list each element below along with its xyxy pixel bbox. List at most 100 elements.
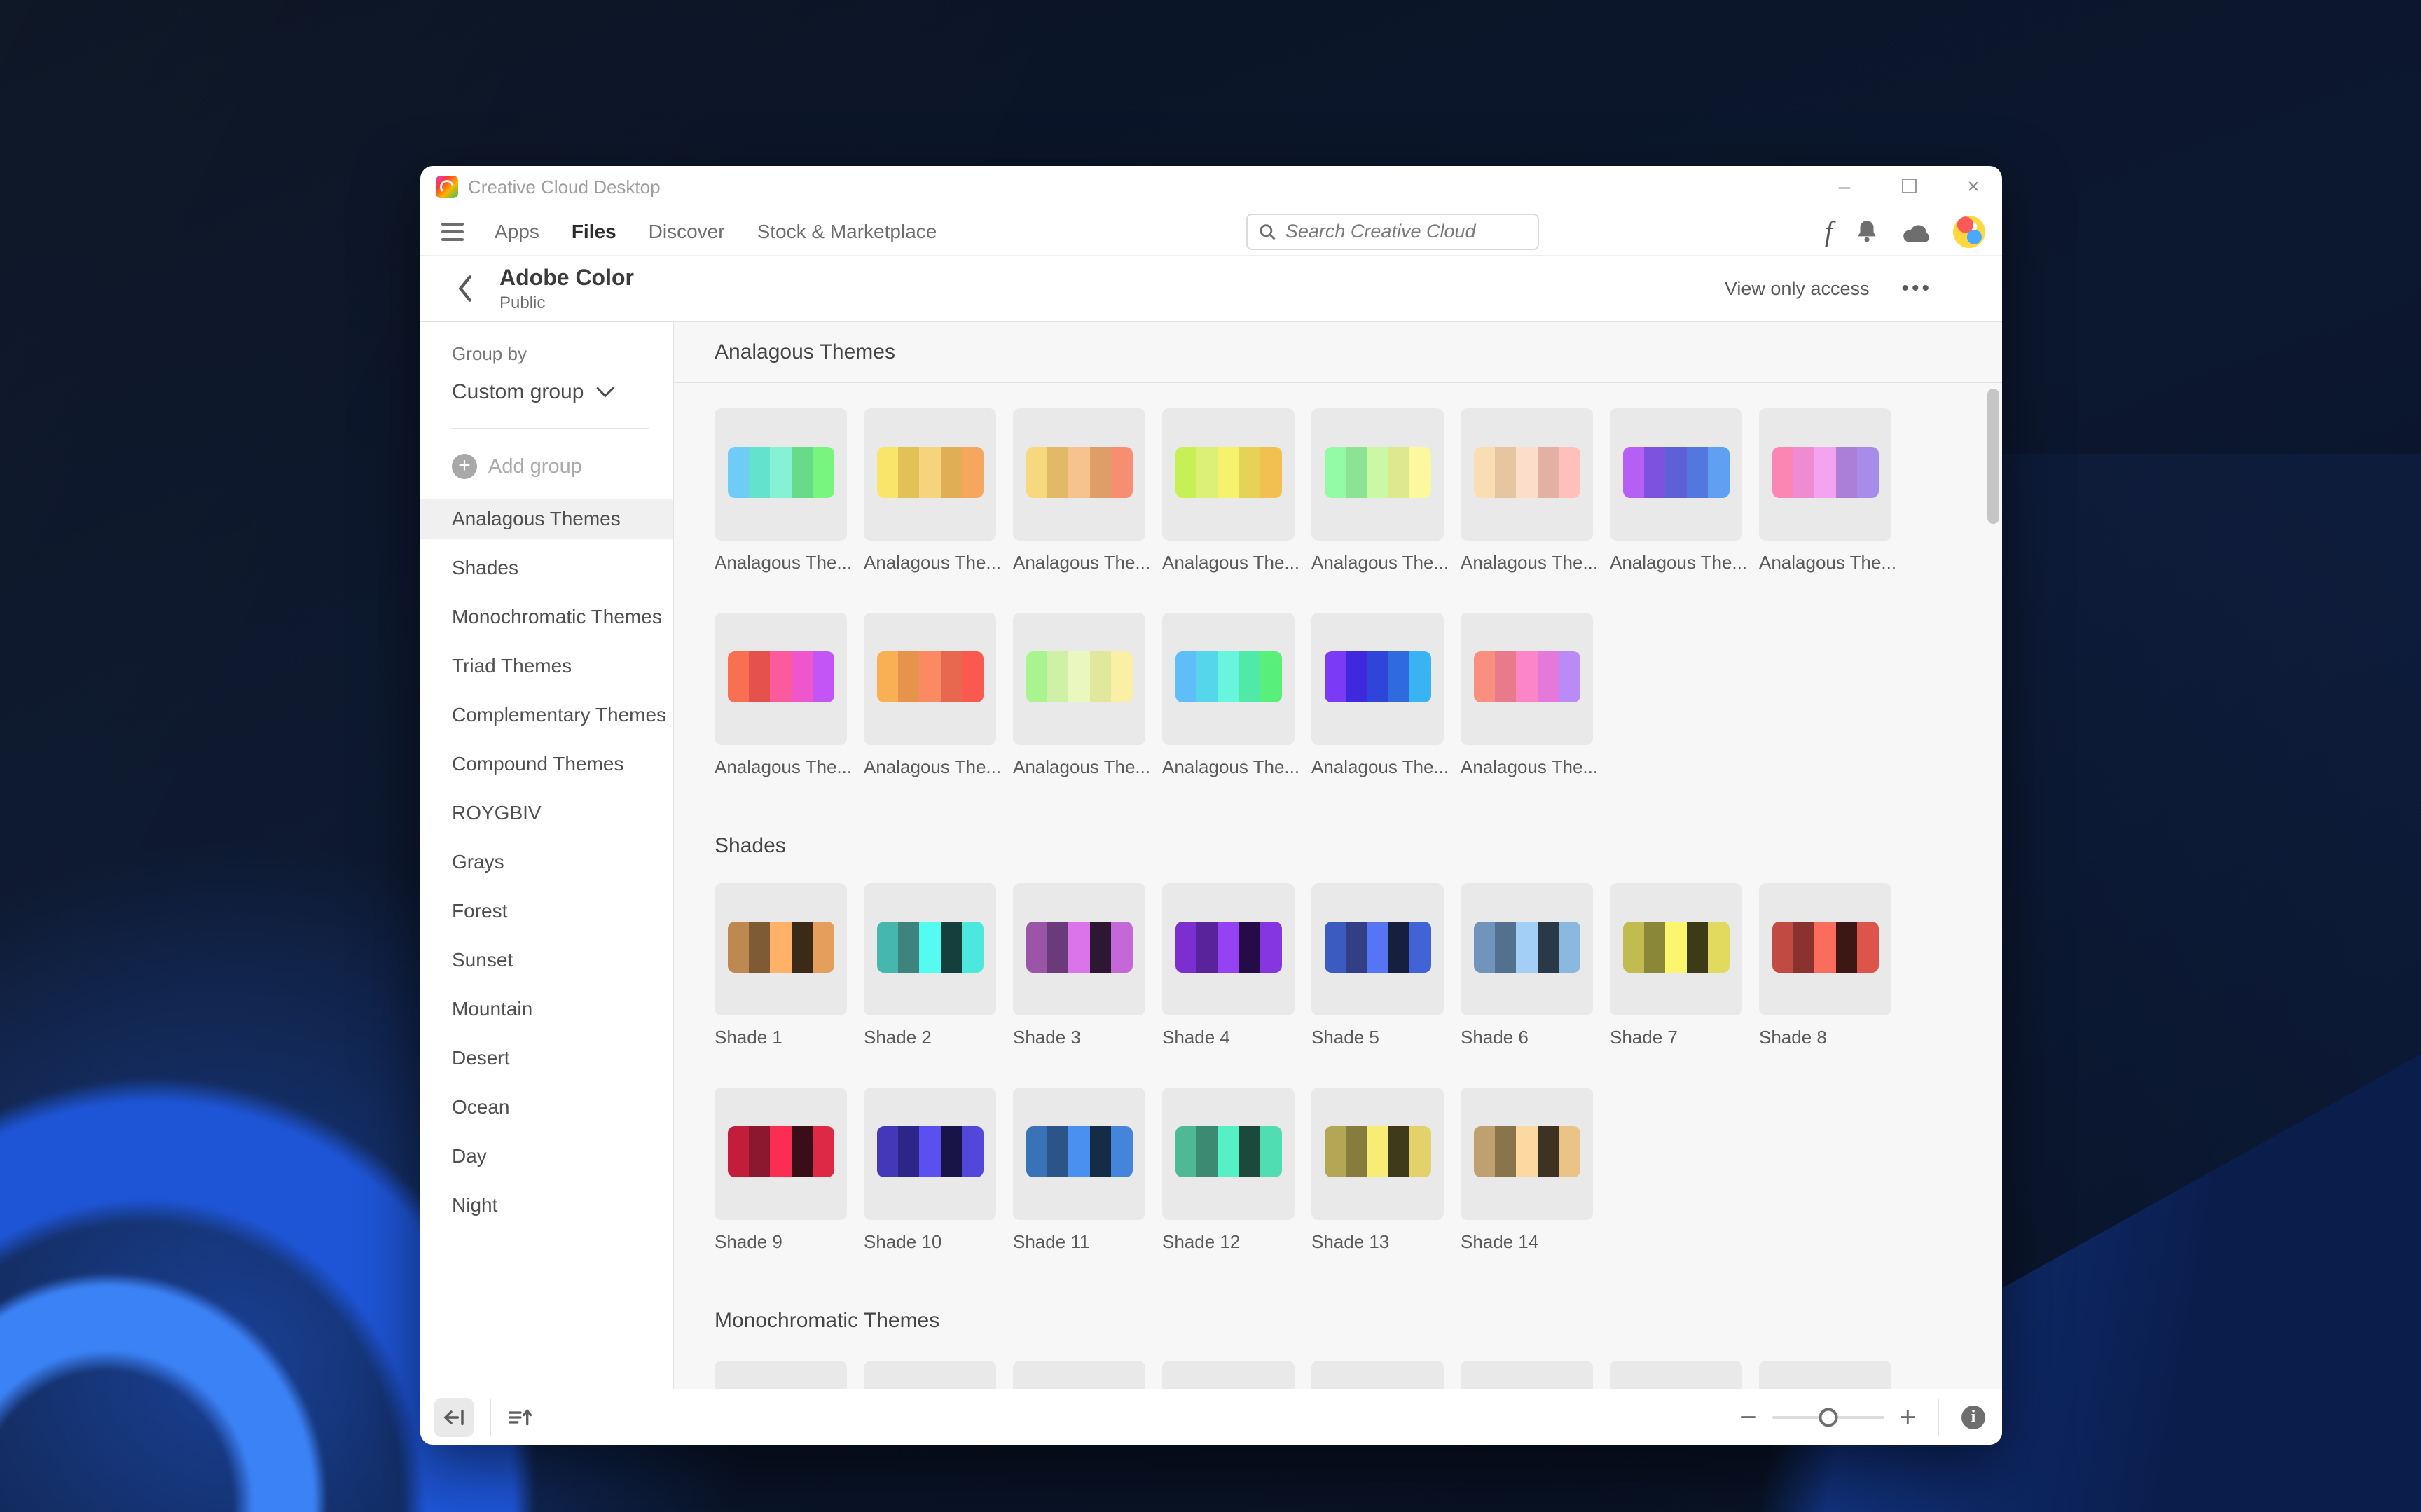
- theme-card[interactable]: Analagous The...: [1610, 408, 1742, 574]
- sidebar-item-analagous-themes[interactable]: Analagous Themes: [420, 499, 673, 539]
- theme-card-row: Analagous The...Analagous The...Analagou…: [715, 408, 2002, 574]
- color-stripe: [1687, 447, 1708, 498]
- theme-card[interactable]: Shade 10: [864, 1088, 996, 1253]
- card-label: Analagous The...: [1461, 552, 1593, 574]
- color-stripe: [728, 651, 749, 702]
- theme-card[interactable]: Analagous The...: [1461, 613, 1593, 778]
- theme-card[interactable]: Analagous The...: [715, 408, 847, 574]
- palette-tile: [1311, 883, 1444, 1015]
- minimize-icon[interactable]: –: [1834, 176, 1855, 197]
- nav-item-discover[interactable]: Discover: [649, 221, 725, 243]
- add-group-button[interactable]: + Add group: [452, 454, 673, 479]
- theme-card[interactable]: Shade 11: [1013, 1088, 1145, 1253]
- theme-card[interactable]: Analagous The...: [1162, 613, 1295, 778]
- theme-card[interactable]: Shade 1: [715, 883, 847, 1048]
- search-box[interactable]: [1246, 214, 1539, 250]
- sidebar-item-sunset[interactable]: Sunset: [420, 940, 673, 980]
- zoom-slider-thumb[interactable]: [1819, 1408, 1837, 1427]
- theme-card[interactable]: Analagous The...: [1759, 408, 1891, 574]
- theme-card[interactable]: Analagous The...: [864, 613, 996, 778]
- theme-card[interactable]: Analagous The...: [1311, 408, 1444, 574]
- theme-card[interactable]: Analagous The...: [715, 613, 847, 778]
- theme-card[interactable]: Shade 3: [1013, 883, 1145, 1048]
- theme-card[interactable]: [1013, 1361, 1145, 1389]
- theme-card[interactable]: [1759, 1361, 1891, 1389]
- sidebar-item-mountain[interactable]: Mountain: [420, 989, 673, 1029]
- theme-card[interactable]: Shade 12: [1162, 1088, 1295, 1253]
- color-stripe: [1239, 651, 1260, 702]
- theme-card[interactable]: Shade 13: [1311, 1088, 1444, 1253]
- sidebar-item-roygbiv[interactable]: ROYGBIV: [420, 793, 673, 833]
- color-stripe: [792, 651, 813, 702]
- sidebar-item-compound-themes[interactable]: Compound Themes: [420, 744, 673, 784]
- fonts-icon[interactable]: f: [1825, 218, 1833, 246]
- color-stripe: [1068, 447, 1089, 498]
- page-titles: Adobe Color Public: [499, 265, 634, 313]
- sidebar-item-forest[interactable]: Forest: [420, 891, 673, 931]
- theme-card[interactable]: Shade 5: [1311, 883, 1444, 1048]
- theme-card[interactable]: [1311, 1361, 1444, 1389]
- theme-card[interactable]: Shade 9: [715, 1088, 847, 1253]
- minus-icon[interactable]: −: [1740, 1403, 1756, 1431]
- theme-card[interactable]: Analagous The...: [1311, 613, 1444, 778]
- theme-card[interactable]: [1610, 1361, 1742, 1389]
- avatar[interactable]: [1953, 216, 1985, 248]
- color-swatch: [1325, 651, 1431, 702]
- collapse-sidebar-button[interactable]: [434, 1398, 474, 1437]
- sidebar-item-day[interactable]: Day: [420, 1136, 673, 1177]
- sidebar-item-night[interactable]: Night: [420, 1185, 673, 1226]
- hamburger-icon[interactable]: [441, 223, 464, 241]
- theme-card[interactable]: Analagous The...: [1461, 408, 1593, 574]
- color-stripe: [728, 922, 749, 973]
- card-label: Shade 11: [1013, 1231, 1145, 1253]
- zoom-slider[interactable]: [1772, 1416, 1884, 1419]
- sidebar-item-grays[interactable]: Grays: [420, 842, 673, 882]
- nav-item-apps[interactable]: Apps: [495, 221, 539, 243]
- plus-icon[interactable]: +: [1900, 1403, 1916, 1431]
- sidebar-group-list: Analagous Themes Shades Monochromatic Them…: [420, 499, 673, 1226]
- info-icon[interactable]: i: [1961, 1406, 1985, 1429]
- search-input[interactable]: [1285, 221, 1528, 242]
- maximize-icon[interactable]: [1898, 176, 1919, 197]
- sidebar-item-triad-themes[interactable]: Triad Themes: [420, 646, 673, 686]
- sidebar-item-desert[interactable]: Desert: [420, 1038, 673, 1078]
- theme-card[interactable]: Shade 7: [1610, 883, 1742, 1048]
- nav-item-files[interactable]: Files: [572, 221, 616, 243]
- color-stripe: [1836, 922, 1857, 973]
- sort-button[interactable]: [508, 1407, 533, 1428]
- card-label: Shade 12: [1162, 1231, 1295, 1253]
- theme-card[interactable]: Shade 6: [1461, 883, 1593, 1048]
- theme-card[interactable]: Analagous The...: [1013, 408, 1145, 574]
- card-label: Analagous The...: [1162, 756, 1295, 778]
- theme-card[interactable]: Analagous The...: [1013, 613, 1145, 778]
- ellipsis-icon[interactable]: •••: [1901, 277, 1932, 300]
- bell-icon[interactable]: [1854, 219, 1880, 245]
- theme-card[interactable]: [1162, 1361, 1295, 1389]
- card-label: Shade 13: [1311, 1231, 1444, 1253]
- nav-item-stock-marketplace[interactable]: Stock & Marketplace: [757, 221, 937, 243]
- sidebar-item-shades[interactable]: Shades: [420, 548, 673, 588]
- theme-card[interactable]: Shade 14: [1461, 1088, 1593, 1253]
- theme-card[interactable]: Shade 2: [864, 883, 996, 1048]
- group-by-label: Group by: [452, 343, 673, 365]
- theme-card[interactable]: Analagous The...: [864, 408, 996, 574]
- palette-tile: [715, 613, 847, 745]
- color-stripe: [1111, 922, 1132, 973]
- theme-card[interactable]: Shade 4: [1162, 883, 1295, 1048]
- palette-tile: [864, 613, 996, 745]
- theme-card[interactable]: [715, 1361, 847, 1389]
- theme-card[interactable]: [1461, 1361, 1593, 1389]
- theme-card[interactable]: Shade 8: [1759, 883, 1891, 1048]
- group-by-select[interactable]: Custom group: [452, 380, 673, 404]
- theme-card[interactable]: [864, 1361, 996, 1389]
- scrollbar[interactable]: [1987, 389, 1999, 524]
- back-button[interactable]: [451, 275, 479, 303]
- cloud-icon[interactable]: [1901, 219, 1932, 244]
- close-icon[interactable]: ×: [1963, 176, 1984, 197]
- sidebar-item-ocean[interactable]: Ocean: [420, 1087, 673, 1128]
- sidebar-item-monochromatic-themes[interactable]: Monochromatic Themes: [420, 597, 673, 637]
- section-header: Analagous Themes: [674, 322, 2002, 383]
- color-stripe: [1218, 1126, 1239, 1177]
- sidebar-item-complementary-themes[interactable]: Complementary Themes: [420, 695, 673, 735]
- theme-card[interactable]: Analagous The...: [1162, 408, 1295, 574]
